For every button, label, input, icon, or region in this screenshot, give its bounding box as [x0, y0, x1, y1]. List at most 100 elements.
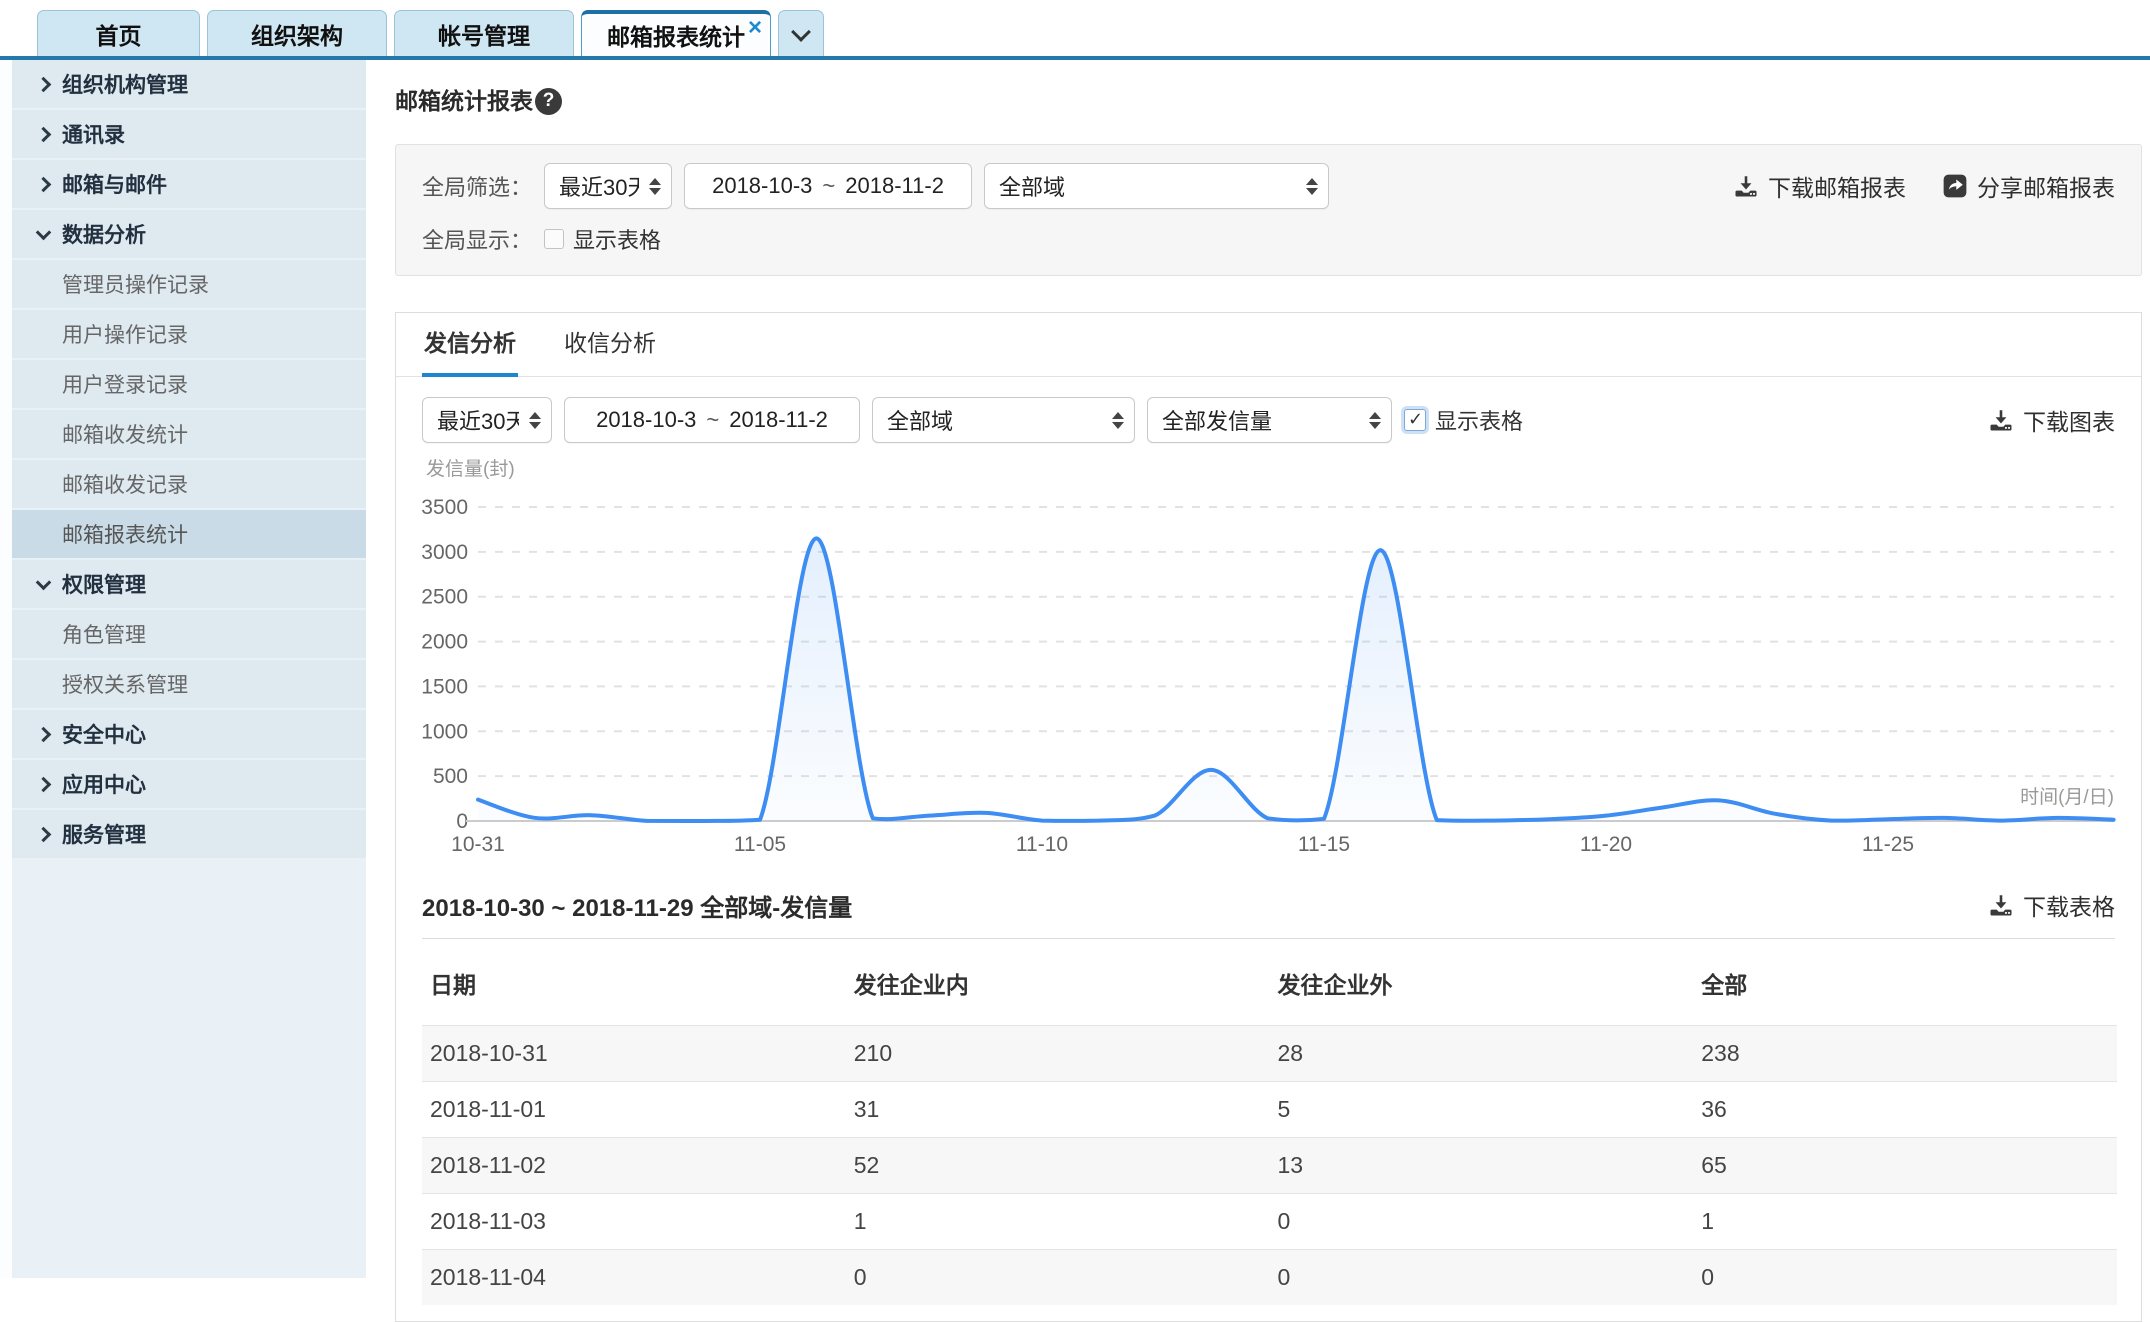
- chevron-down-icon: [36, 574, 52, 590]
- send-volume-line-chart: 0500100015002000250030003500发信量(封)时间(月/日…: [422, 453, 2141, 868]
- window-tab-4[interactable]: 邮箱报表统计×: [581, 10, 771, 56]
- sidebar-item-1[interactable]: 组织机构管理: [12, 60, 366, 108]
- table-row: 2018-10-3121028238: [422, 1026, 2117, 1082]
- page-title-row: 邮箱统计报表 ?: [395, 60, 2150, 118]
- window-tab-2[interactable]: 组织架构: [207, 10, 387, 56]
- svg-text:11-05: 11-05: [734, 833, 786, 856]
- table-title-row: 2018-10-30 ~ 2018-11-29 全部域-发信量 下载表格: [422, 888, 2115, 922]
- sidebar-item-label: 管理员操作记录: [62, 269, 209, 299]
- table-cell: 52: [846, 1138, 1270, 1194]
- analysis-volume-select[interactable]: 全部发信量: [1147, 397, 1392, 443]
- sidebar-item-13[interactable]: 授权关系管理: [12, 660, 366, 708]
- download-icon: [1988, 407, 2014, 433]
- download-mail-report-button[interactable]: 下载邮箱报表: [1733, 169, 1906, 203]
- sidebar-item-label: 通讯录: [62, 119, 125, 149]
- window-tab-3[interactable]: 帐号管理: [394, 10, 574, 56]
- sidebar-item-6[interactable]: 用户操作记录: [12, 310, 366, 358]
- tab-close-icon[interactable]: ×: [748, 16, 762, 40]
- table-cell: 65: [1693, 1138, 2117, 1194]
- help-icon[interactable]: ?: [535, 88, 562, 115]
- sidebar-item-label: 角色管理: [62, 619, 146, 649]
- share-icon: [1942, 173, 1968, 199]
- date-from: 2018-10-3: [712, 173, 812, 199]
- main-content: 邮箱统计报表 ? 全局筛选： 最近30天 2018-10-3 ~ 2018-11…: [366, 60, 2150, 1278]
- analysis-show-table-checkbox[interactable]: [1404, 409, 1426, 431]
- global-display-row: 全局显示： 显示表格: [422, 223, 2115, 255]
- select-arrows-icon: [639, 178, 661, 195]
- sidebar-item-label: 应用中心: [62, 769, 146, 799]
- svg-text:时间(月/日): 时间(月/日): [2020, 786, 2114, 808]
- window-tab-label: 组织架构: [251, 17, 343, 51]
- svg-text:2500: 2500: [422, 586, 468, 609]
- analysis-domain-select[interactable]: 全部域: [872, 397, 1135, 443]
- svg-text:1000: 1000: [422, 720, 468, 743]
- sidebar-item-2[interactable]: 通讯录: [12, 110, 366, 158]
- analysis-range-select[interactable]: 最近30天: [422, 397, 552, 443]
- sidebar-item-14[interactable]: 安全中心: [12, 710, 366, 758]
- global-range-select[interactable]: 最近30天: [544, 163, 672, 209]
- svg-text:11-10: 11-10: [1016, 833, 1068, 856]
- window-tab-1[interactable]: 首页: [37, 10, 200, 56]
- select-arrows-icon: [1102, 412, 1124, 429]
- sidebar-item-8[interactable]: 邮箱收发统计: [12, 410, 366, 458]
- tab-receive-analysis[interactable]: 收信分析: [562, 324, 658, 376]
- select-arrows-icon: [1359, 412, 1381, 429]
- share-mail-report-button[interactable]: 分享邮箱报表: [1942, 169, 2115, 203]
- chevron-right-icon: [36, 826, 52, 842]
- window-tab-label: 帐号管理: [438, 17, 530, 51]
- sidebar-item-3[interactable]: 邮箱与邮件: [12, 160, 366, 208]
- svg-text:3000: 3000: [422, 541, 468, 564]
- global-date-range-input[interactable]: 2018-10-3 ~ 2018-11-2: [684, 163, 972, 209]
- table-cell: 2018-10-31: [422, 1026, 846, 1082]
- sidebar-item-9[interactable]: 邮箱收发记录: [12, 460, 366, 508]
- select-arrows-icon: [1296, 178, 1318, 195]
- sidebar: 组织机构管理通讯录邮箱与邮件数据分析管理员操作记录用户操作记录用户登录记录邮箱收…: [0, 60, 366, 1278]
- sidebar-item-label: 服务管理: [62, 819, 146, 849]
- window-tab-label: 邮箱报表统计: [607, 18, 745, 52]
- sidebar-item-10[interactable]: 邮箱报表统计: [12, 510, 366, 558]
- table-row: 2018-11-04000: [422, 1250, 2117, 1306]
- table-cell: 210: [846, 1026, 1270, 1082]
- table-cell: 0: [846, 1250, 1270, 1306]
- sidebar-item-12[interactable]: 角色管理: [12, 610, 366, 658]
- sidebar-item-label: 用户操作记录: [62, 319, 188, 349]
- svg-text:发信量(封): 发信量(封): [426, 458, 515, 480]
- table-cell: 2018-11-04: [422, 1250, 846, 1306]
- sidebar-item-label: 用户登录记录: [62, 369, 188, 399]
- date-to: 2018-11-2: [729, 407, 828, 433]
- sidebar-item-11[interactable]: 权限管理: [12, 560, 366, 608]
- sidebar-item-label: 组织机构管理: [62, 69, 188, 99]
- global-filter-panel: 全局筛选： 最近30天 2018-10-3 ~ 2018-11-2 全部域: [395, 144, 2142, 276]
- table-cell: 0: [1270, 1194, 1694, 1250]
- table-cell: 0: [1693, 1250, 2117, 1306]
- tab-overflow-button[interactable]: [778, 10, 824, 56]
- sidebar-item-7[interactable]: 用户登录记录: [12, 360, 366, 408]
- chevron-down-icon: [791, 22, 811, 42]
- tab-send-analysis[interactable]: 发信分析: [422, 324, 518, 376]
- table-cell: 36: [1693, 1082, 2117, 1138]
- window-tabbar: 首页 组织架构 帐号管理 邮箱报表统计×: [0, 0, 2150, 60]
- global-domain-select[interactable]: 全部域: [984, 163, 1329, 209]
- download-table-button[interactable]: 下载表格: [1988, 888, 2115, 922]
- chevron-right-icon: [36, 126, 52, 142]
- analysis-date-range-input[interactable]: 2018-10-3 ~ 2018-11-2: [564, 397, 860, 443]
- download-chart-button[interactable]: 下载图表: [1988, 403, 2115, 437]
- send-volume-table: 日期发往企业内发往企业外全部 2018-10-31210282382018-11…: [422, 939, 2117, 1305]
- sidebar-item-16[interactable]: 服务管理: [12, 810, 366, 858]
- download-icon: [1988, 892, 2014, 918]
- date-to: 2018-11-2: [845, 173, 944, 199]
- global-show-table-checkbox[interactable]: [544, 229, 564, 249]
- sidebar-item-5[interactable]: 管理员操作记录: [12, 260, 366, 308]
- svg-text:10-31: 10-31: [451, 833, 505, 856]
- svg-text:3500: 3500: [422, 496, 468, 519]
- chevron-right-icon: [36, 776, 52, 792]
- table-cell: 5: [1270, 1082, 1694, 1138]
- sidebar-item-15[interactable]: 应用中心: [12, 760, 366, 808]
- global-display-label: 全局显示：: [422, 223, 532, 255]
- date-separator: ~: [822, 173, 835, 199]
- sidebar-item-4[interactable]: 数据分析: [12, 210, 366, 258]
- table-cell: 31: [846, 1082, 1270, 1138]
- line-chart-svg: 0500100015002000250030003500发信量(封)时间(月/日…: [422, 453, 2122, 868]
- table-cell: 1: [846, 1194, 1270, 1250]
- table-column-header: 发往企业内: [846, 939, 1270, 1026]
